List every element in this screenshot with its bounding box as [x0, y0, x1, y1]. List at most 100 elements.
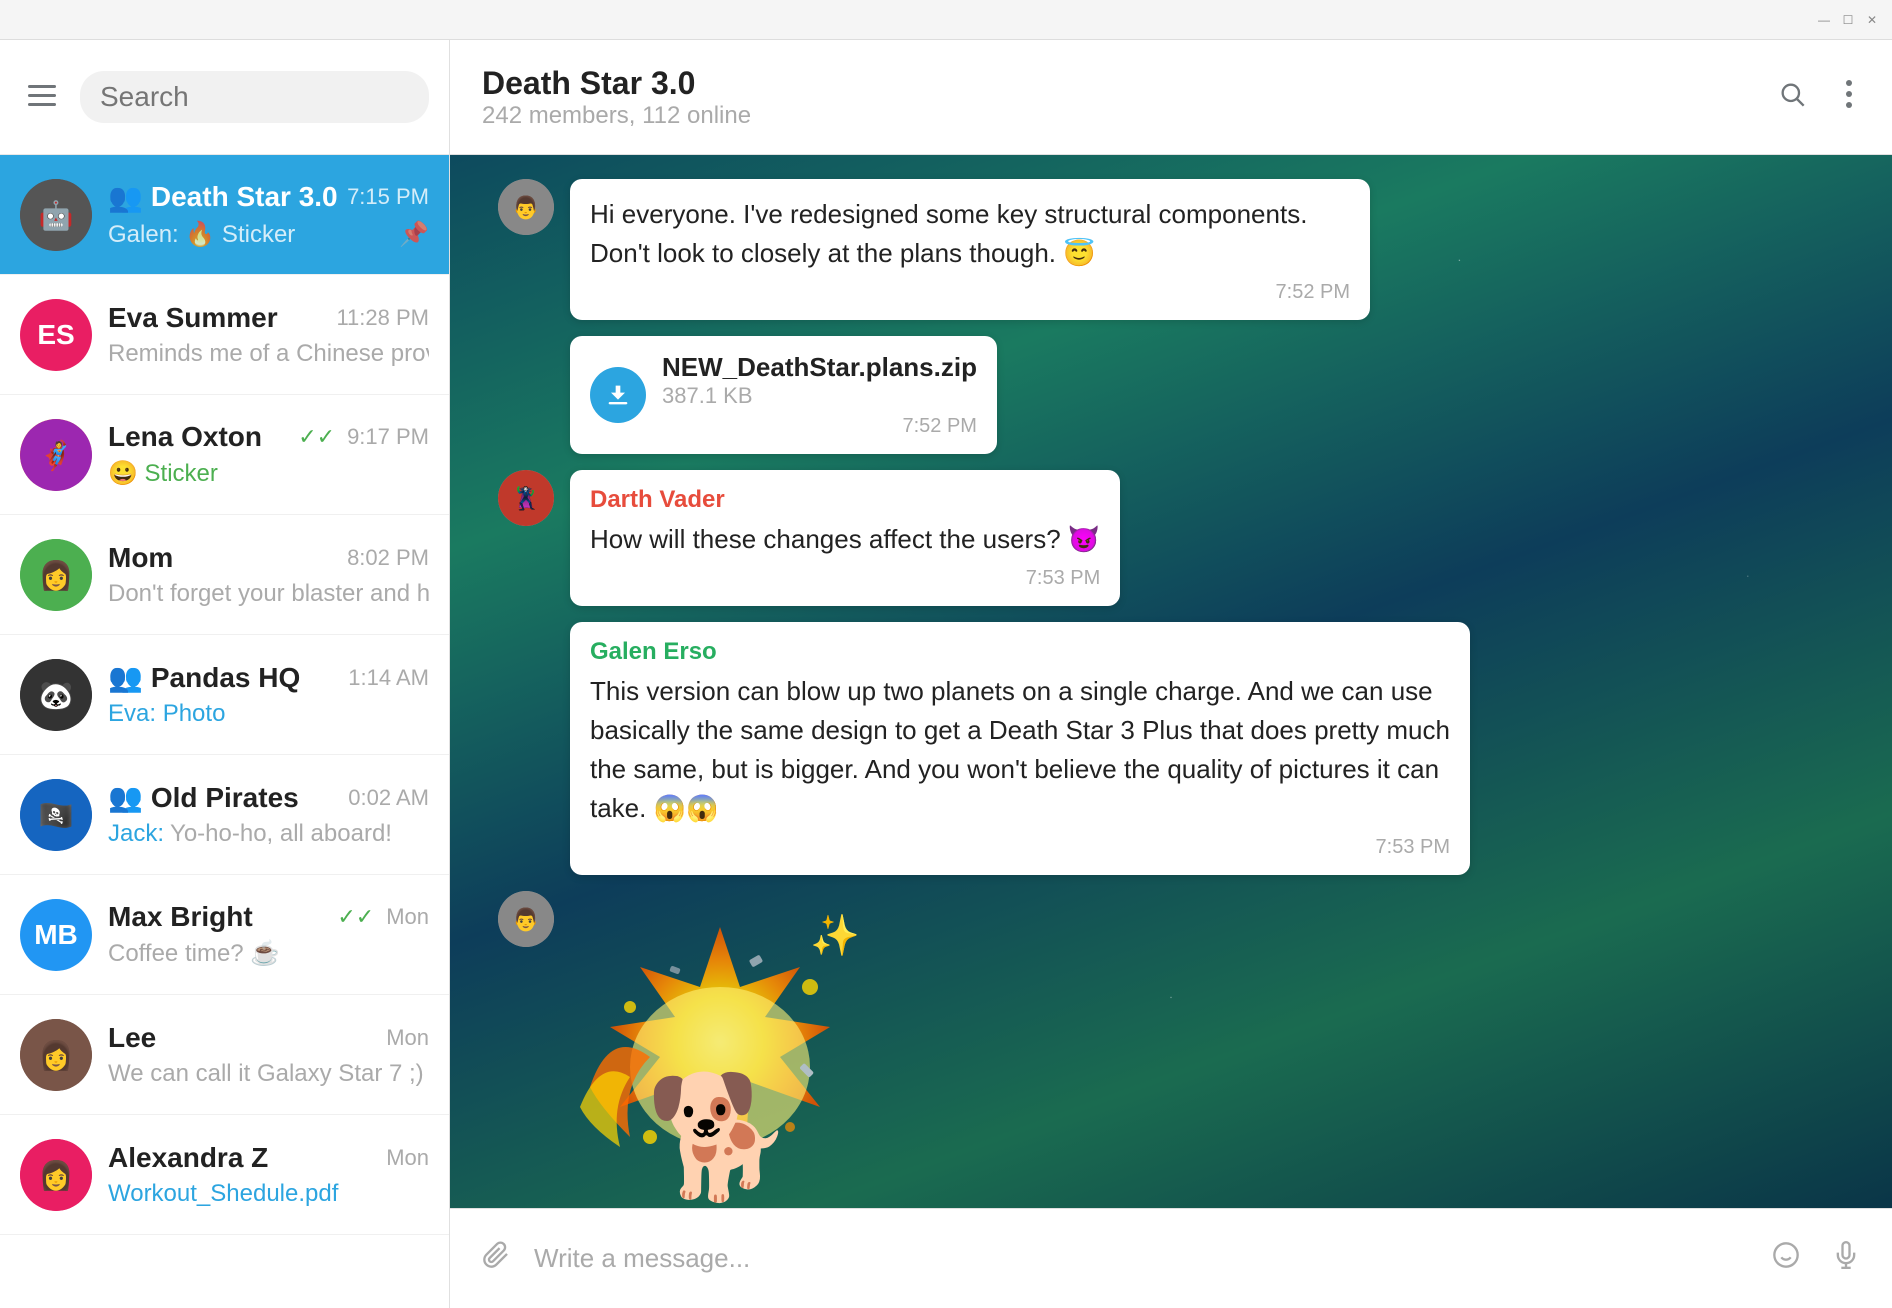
svg-text:🏴‍☠️: 🏴‍☠️	[39, 799, 74, 832]
message-text-4: This version can blow up two planets on …	[590, 672, 1450, 828]
chat-item-death-star[interactable]: 🤖 👥 Death Star 3.0 7:15 PM Galen:	[0, 155, 449, 275]
chat-name-pandas-hq: 👥 Pandas HQ	[108, 661, 300, 694]
chat-item-pandas-hq[interactable]: 🐼 👥 Pandas HQ 1:14 AM Eva: Photo	[0, 635, 449, 755]
file-time-1: 7:52 PM	[662, 415, 977, 438]
main-chat: Death Star 3.0 242 members, 112 online	[450, 40, 1892, 1308]
message-input-area	[450, 1208, 1892, 1308]
chat-header: Death Star 3.0 242 members, 112 online	[450, 40, 1892, 155]
chat-item-max-bright[interactable]: MB Max Bright ✓✓ Mon Coffee time? ☕	[0, 875, 449, 995]
chat-preview-old-pirates: Jack: Yo-ho-ho, all aboard!	[108, 820, 429, 848]
sticker-image: 🐕 ✨	[570, 907, 870, 1207]
search-box[interactable]	[80, 71, 429, 123]
attach-button[interactable]	[474, 1232, 518, 1285]
message-row-5: 👨	[498, 891, 1844, 1208]
chat-info-max-bright: Max Bright ✓✓ Mon Coffee time? ☕	[108, 901, 429, 968]
search-chat-button[interactable]	[1770, 71, 1814, 124]
message-time-3: 7:53 PM	[590, 567, 1100, 590]
chat-time-alexandra-z: Mon	[386, 1145, 429, 1171]
avatar-max-bright: MB	[20, 899, 92, 971]
chat-info-lena-oxton: Lena Oxton ✓✓ 9:17 PM 😀 Sticker	[108, 421, 429, 488]
svg-text:🐼: 🐼	[39, 679, 74, 711]
file-bubble-1: NEW_DeathStar.plans.zip 387.1 KB 7:52 PM	[570, 336, 997, 454]
chat-item-alexandra-z[interactable]: 👩 Alexandra Z Mon Workout_Shedule.pdf	[0, 1115, 449, 1235]
search-input[interactable]	[100, 81, 409, 113]
svg-text:👨: 👨	[512, 907, 539, 932]
double-check-lena: ✓✓	[298, 424, 335, 450]
chat-time-eva-summer: 11:28 PM	[336, 305, 429, 331]
chat-preview-pandas-hq: Eva: Photo	[108, 700, 429, 728]
message-bubble-3: Darth Vader How will these changes affec…	[570, 470, 1120, 606]
avatar-lena-oxton: 🦸	[20, 419, 92, 491]
group-icon-pandas: 👥	[108, 661, 143, 694]
messages-content: 👨 Hi everyone. I've redesigned some key …	[498, 179, 1844, 1208]
chat-header-name: Death Star 3.0	[482, 65, 751, 102]
chat-item-eva-summer[interactable]: ES Eva Summer 11:28 PM Reminds me of a C…	[0, 275, 449, 395]
mic-button[interactable]	[1824, 1232, 1868, 1285]
svg-text:👨: 👨	[512, 195, 539, 220]
chat-name-alexandra-z: Alexandra Z	[108, 1142, 268, 1174]
chat-time-old-pirates: 0:02 AM	[348, 785, 429, 811]
sticker-spark: ✨	[810, 912, 860, 959]
chat-preview-death-star: Galen: 🔥 Sticker 📌	[108, 220, 429, 249]
avatar-lee: 👩	[20, 1019, 92, 1091]
chat-time-lena-oxton: 9:17 PM	[347, 424, 429, 450]
svg-text:👩: 👩	[39, 1039, 74, 1072]
chat-info-eva-summer: Eva Summer 11:28 PM Reminds me of a Chin…	[108, 302, 429, 368]
avatar-death-star: 🤖	[20, 179, 92, 251]
title-bar: — ☐ ✕	[0, 0, 1892, 40]
chat-preview-lee: We can call it Galaxy Star 7 ;)	[108, 1060, 429, 1088]
group-icon: 👥	[108, 181, 143, 214]
messages-area: 👨 Hi everyone. I've redesigned some key …	[450, 155, 1892, 1208]
message-avatar-vader: 🦹	[498, 470, 554, 526]
chat-preview-max-bright: Coffee time? ☕	[108, 939, 429, 968]
file-size-1: 387.1 KB	[662, 383, 977, 409]
chat-header-sub: 242 members, 112 online	[482, 102, 751, 130]
file-info-1: NEW_DeathStar.plans.zip 387.1 KB 7:52 PM	[662, 352, 977, 438]
chat-item-lena-oxton[interactable]: 🦸 Lena Oxton ✓✓ 9:17 PM 😀 Sticker	[0, 395, 449, 515]
chat-time-mom: 8:02 PM	[347, 545, 429, 571]
message-avatar-sticker: 👨	[498, 891, 554, 947]
chat-item-lee[interactable]: 👩 Lee Mon We can call it Galaxy Star 7 ;…	[0, 995, 449, 1115]
avatar-mom: 👩	[20, 539, 92, 611]
more-options-button[interactable]	[1838, 71, 1860, 124]
chat-time-pandas-hq: 1:14 AM	[348, 665, 429, 691]
avatar-eva-summer: ES	[20, 299, 92, 371]
chat-time-lee: Mon	[386, 1025, 429, 1051]
chat-name-max-bright: Max Bright	[108, 901, 253, 933]
chat-list: 🤖 👥 Death Star 3.0 7:15 PM Galen:	[0, 155, 449, 1308]
chat-preview-eva-summer: Reminds me of a Chinese prove... 2	[108, 340, 429, 368]
message-row-2: NEW_DeathStar.plans.zip 387.1 KB 7:52 PM	[498, 336, 1844, 454]
chat-name-lena-oxton: Lena Oxton	[108, 421, 262, 453]
chat-name-eva-summer: Eva Summer	[108, 302, 278, 334]
message-text-1: Hi everyone. I've redesigned some key st…	[590, 195, 1350, 273]
message-time-4: 7:53 PM	[590, 836, 1450, 859]
chat-item-mom[interactable]: 👩 Mom 8:02 PM Don't forget your blaster …	[0, 515, 449, 635]
chat-item-old-pirates[interactable]: 🏴‍☠️ 👥 Old Pirates 0:02 AM Jack:	[0, 755, 449, 875]
download-icon	[590, 367, 646, 423]
message-input[interactable]	[534, 1243, 1748, 1274]
svg-text:👩: 👩	[39, 1159, 74, 1192]
chat-preview-mom: Don't forget your blaster and helmet	[108, 580, 429, 608]
hamburger-button[interactable]	[20, 77, 64, 118]
maximize-button[interactable]: ☐	[1840, 12, 1856, 28]
sidebar-header	[0, 40, 449, 155]
sidebar: 🤖 👥 Death Star 3.0 7:15 PM Galen:	[0, 40, 450, 1308]
file-name-1: NEW_DeathStar.plans.zip	[662, 352, 977, 383]
message-bubble-4: Galen Erso This version can blow up two …	[570, 622, 1470, 875]
chat-time-max-bright: Mon	[386, 904, 429, 930]
chat-info-alexandra-z: Alexandra Z Mon Workout_Shedule.pdf	[108, 1142, 429, 1208]
close-button[interactable]: ✕	[1864, 12, 1880, 28]
chat-time-death-star: 7:15 PM	[347, 184, 429, 210]
chat-info-pandas-hq: 👥 Pandas HQ 1:14 AM Eva: Photo	[108, 661, 429, 728]
sender-name-vader: Darth Vader	[590, 486, 1100, 514]
chat-header-info: Death Star 3.0 242 members, 112 online	[482, 65, 751, 130]
minimize-button[interactable]: —	[1816, 12, 1832, 28]
svg-text:👩: 👩	[39, 559, 74, 592]
pin-icon: 📌	[399, 220, 429, 249]
svg-text:🦸: 🦸	[39, 438, 74, 472]
emoji-button[interactable]	[1764, 1232, 1808, 1285]
group-icon-pirates: 👥	[108, 781, 143, 814]
chat-preview-alexandra-z: Workout_Shedule.pdf	[108, 1180, 429, 1208]
app-window: — ☐ ✕	[0, 0, 1892, 1308]
avatar-pandas-hq: 🐼	[20, 659, 92, 731]
